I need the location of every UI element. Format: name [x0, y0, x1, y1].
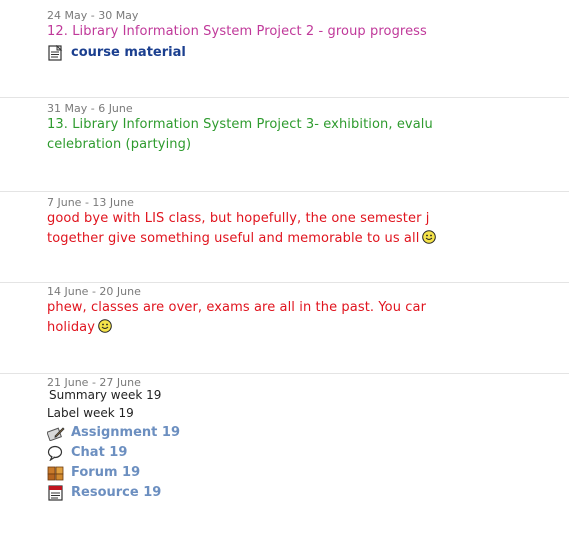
smiley-icon — [98, 319, 112, 333]
document-icon — [47, 44, 65, 61]
resource-icon — [47, 485, 65, 501]
topic-heading-continued: celebration (partying) — [47, 137, 192, 152]
week-date: 14 June - 20 June — [47, 285, 141, 298]
chat-icon — [47, 445, 65, 462]
week-section-21-june: 21 June - 27 June Summary week 19 Label … — [0, 376, 569, 503]
week-section-31-may: 31 May - 6 June 13. Library Information … — [0, 102, 569, 155]
assignment-link[interactable]: Assignment 19 — [46, 423, 569, 443]
chat-label[interactable]: Chat 19 — [71, 443, 127, 463]
resource-label[interactable]: course material — [71, 43, 186, 63]
forum-label[interactable]: Forum 19 — [71, 463, 140, 483]
topic-text-line: together give something useful and memor… — [47, 231, 420, 246]
assignment-label[interactable]: Assignment 19 — [71, 423, 180, 443]
section-divider — [0, 191, 569, 192]
week-date: 24 May - 30 May — [47, 9, 139, 22]
forum-icon — [47, 465, 65, 481]
forum-link[interactable]: Forum 19 — [47, 463, 569, 483]
week-section-24-may: 24 May - 30 May 12. Library Information … — [0, 9, 569, 63]
topic-heading: 13. Library Information System Project 3… — [47, 117, 433, 132]
section-divider — [0, 97, 569, 98]
resource-link[interactable]: Resource 19 — [47, 483, 569, 503]
resource-label[interactable]: Resource 19 — [71, 483, 161, 503]
section-summary: Summary week 19 — [49, 388, 162, 402]
section-label: Label week 19 — [47, 406, 134, 420]
smiley-icon — [422, 230, 437, 244]
topic-text: phew, classes are over, exams are all in… — [47, 300, 427, 315]
chat-link[interactable]: Chat 19 — [47, 443, 569, 463]
topic-text-line: holiday — [47, 320, 96, 335]
section-divider — [0, 373, 569, 374]
resource-link-course-material[interactable]: course material — [47, 43, 569, 63]
week-date: 31 May - 6 June — [47, 102, 133, 115]
topic-text-continued: holiday — [47, 318, 569, 338]
week-date: 7 June - 13 June — [47, 196, 134, 209]
week-section-14-june: 14 June - 20 June phew, classes are over… — [0, 285, 569, 338]
section-divider — [0, 282, 569, 283]
week-section-7-june: 7 June - 13 June good bye with LIS class… — [0, 196, 569, 249]
topic-text-continued: together give something useful and memor… — [47, 229, 569, 249]
assignment-icon — [46, 425, 65, 442]
topic-heading: 12. Library Information System Project 2… — [47, 24, 427, 39]
topic-text: good bye with LIS class, but hopefully, … — [47, 211, 430, 226]
